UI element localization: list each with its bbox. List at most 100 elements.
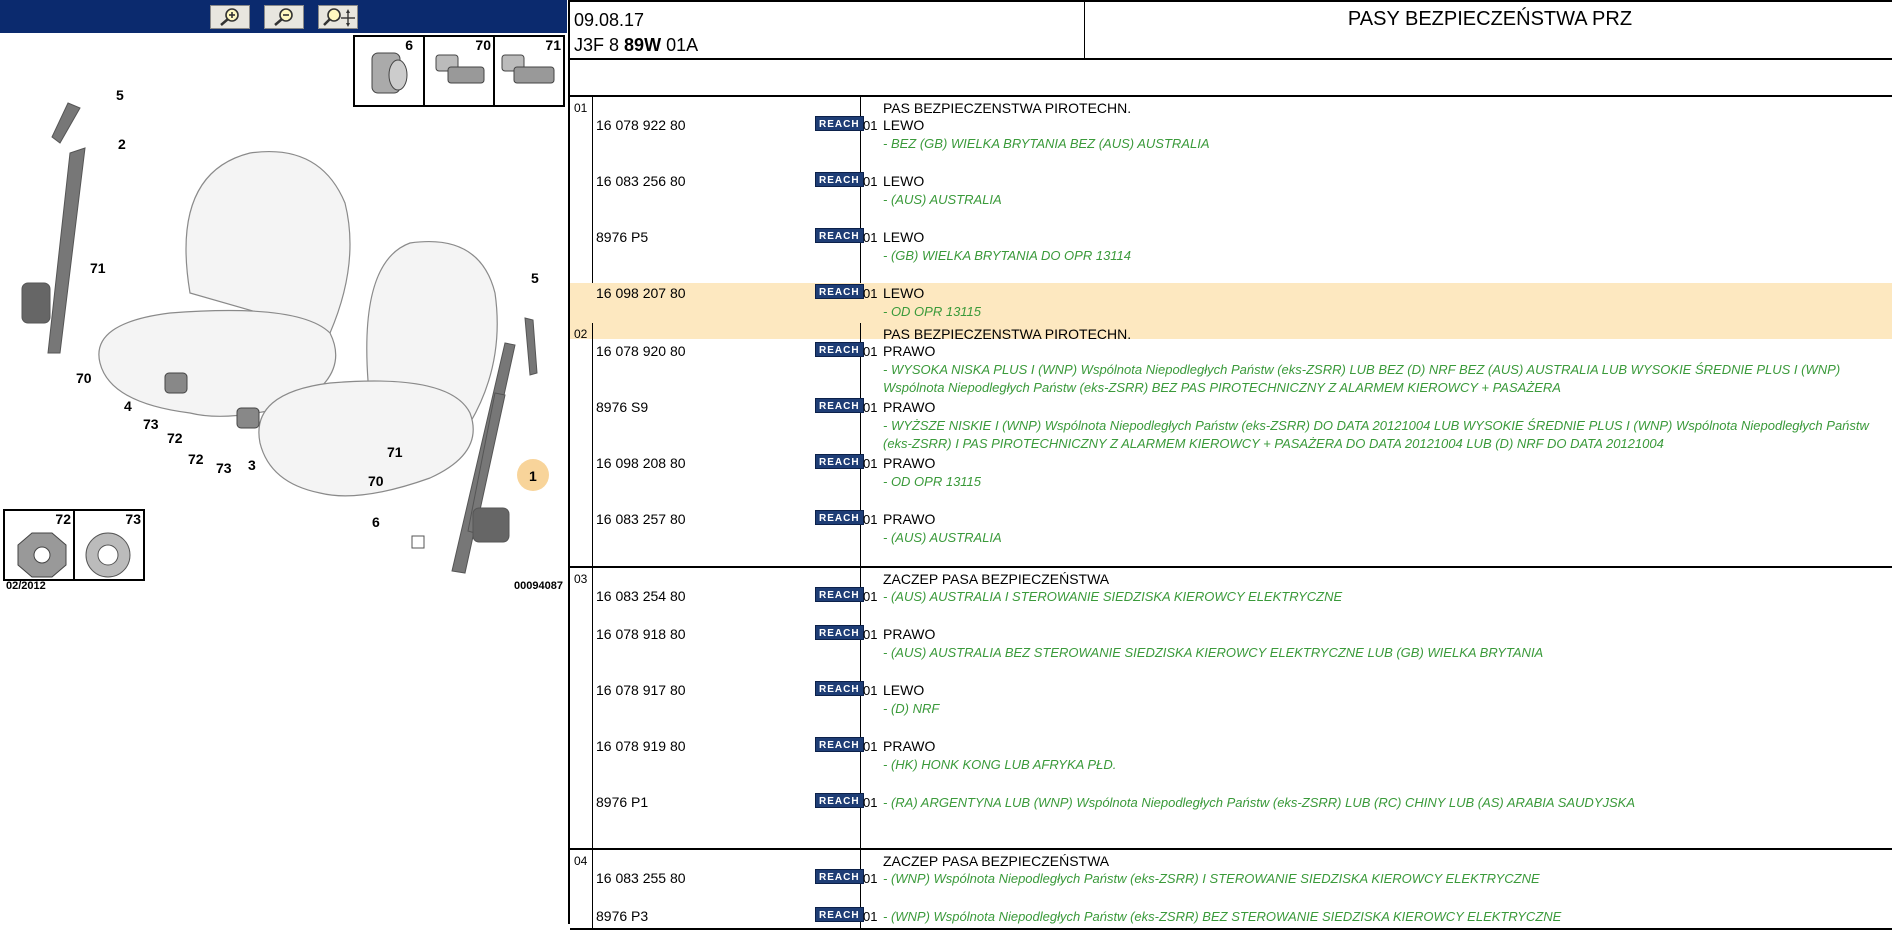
part-number[interactable]: 16 098 207 80 [596,285,686,301]
part-number[interactable]: 16 098 208 80 [596,455,686,471]
quantity: 01 [863,871,878,886]
callout-2: 2 [118,136,126,152]
part-number[interactable]: 8976 S9 [596,399,648,415]
callout-72-a: 72 [167,430,183,446]
group-number: 02 [574,327,588,341]
table-row[interactable]: 8976 P1 REACH 01 - (RA) ARGENTYNA LUB (WNP)… [570,792,1892,848]
part-description: - (D) NRF [883,701,940,716]
callout-3: 3 [248,457,256,473]
reach-badge: REACH [815,907,864,922]
side-label: LEWO [883,117,925,133]
quantity: 01 [863,230,878,245]
part-6-marker [411,535,425,549]
table-row[interactable]: 16 078 919 80 REACH 01 PRAWO - (HK) HONK KON… [570,736,1892,792]
part-number[interactable]: 16 078 919 80 [596,738,686,754]
callout-73-a: 73 [143,416,159,432]
part-number[interactable]: 16 083 256 80 [596,173,686,189]
side-label: PRAWO [883,455,936,471]
quantity: 01 [863,589,878,604]
reach-badge: REACH [815,587,864,602]
quantity: 01 [863,174,878,189]
parts-group: 01 PAS BEZPIECZENSTWA PIROTECHN. 16 078 92… [570,97,1892,339]
part-description: - WYŻSZE NISKIE I (WNP) Wspólnota Niepod… [883,418,1869,451]
group-title: PAS BEZPIECZENSTWA PIROTECHN. [883,326,1132,342]
reach-badge: REACH [815,284,864,299]
side-label: PRAWO [883,626,936,642]
side-label: LEWO [883,229,925,245]
part-number[interactable]: 16 078 918 80 [596,626,686,642]
table-row[interactable]: 16 078 918 80 REACH 01 PRAWO - (AUS) AUSTRAL… [570,624,1892,680]
quantity: 01 [863,512,878,527]
table-row[interactable]: 16 098 208 80 REACH 01 PRAWO - OD OPR 13115 [570,453,1892,509]
reach-badge: REACH [815,172,864,187]
header-date: 09.08.17 [574,10,645,30]
side-label: PRAWO [883,343,936,359]
diagram-ref: 00094087 [514,580,563,592]
table-row[interactable]: 16 078 920 80 REACH 01 PRAWO - WYSOKA NISKA … [570,341,1892,397]
diagram-panel: 6 70 71 5 2 71 70 4 73 72 72 73 3 5 1 71… [0,0,567,924]
pan-button[interactable] [317,4,358,29]
inset-label-73: 73 [125,511,141,527]
page-title: PASY BEZPIECZEŃSTWA PRZ [1347,8,1633,30]
part-description: - (AUS) AUSTRALIA [883,530,1002,545]
part-number[interactable]: 16 078 922 80 [596,117,686,133]
part-number[interactable]: 8976 P1 [596,794,648,810]
header-code-bold: 89W [624,35,662,55]
header: 09.08.17 J3F 8 89W 01A PASY BEZPIECZEŃST… [570,0,1892,60]
side-label: PRAWO [883,738,936,754]
table-row[interactable]: 16 083 257 80 REACH 01 PRAWO - (AUS) AUSTRAL… [570,509,1892,565]
part-description: - BEZ (GB) WIELKA BRYTANIA BEZ (AUS) AUS… [883,136,1210,151]
inset-label-71: 71 [545,37,561,53]
table-row[interactable]: 16 083 255 80 REACH 01 - (WNP) Wspólnota Ni… [570,868,1892,906]
callout-71-b: 71 [387,444,403,460]
table-row[interactable]: 16 078 922 80 REACH 01 LEWO - BEZ (GB) WIELK… [570,115,1892,171]
part-number[interactable]: 16 078 920 80 [596,343,686,359]
part-description: - (AUS) AUSTRALIA [883,192,1002,207]
callout-4: 4 [124,398,132,414]
callout-71-a: 71 [90,260,106,276]
reach-badge: REACH [815,342,864,357]
diagram-toolbar [0,0,567,33]
part-number[interactable]: 16 083 254 80 [596,588,686,604]
part-number[interactable]: 16 083 255 80 [596,870,686,886]
callout-6: 6 [372,514,380,530]
side-label: PRAWO [883,511,936,527]
zoom-out-button[interactable] [263,4,304,29]
inset-label-6: 6 [405,37,413,53]
part-description: - WYSOKA NISKA PLUS I (WNP) Wspólnota Ni… [883,362,1841,395]
reach-badge: REACH [815,625,864,640]
table-row[interactable]: 16 083 254 80 REACH 01 - (AUS) AUSTRALIA I … [570,586,1892,624]
group-number: 04 [574,854,588,868]
part-number[interactable]: 16 078 917 80 [596,682,686,698]
table-row[interactable]: 16 083 256 80 REACH 01 LEWO - (AUS) AUSTRALI… [570,171,1892,227]
callout-1[interactable]: 1 [529,468,537,484]
table-row[interactable]: 16 078 917 80 REACH 01 LEWO - (D) NRF [570,680,1892,736]
callout-70-a: 70 [76,370,92,386]
quantity: 01 [863,795,878,810]
pan-icon [322,7,355,27]
part-description: - (WNP) Wspólnota Niepodległych Państw (… [883,909,1562,924]
reach-badge: REACH [815,398,864,413]
part-description: - (AUS) AUSTRALIA I STEROWANIE SIEDZISKA… [883,589,1343,604]
table-row[interactable]: 8976 P5 REACH 01 LEWO - (GB) WIELKA BRYTANIA… [570,227,1892,283]
part-description: - (HK) HONK KONG LUB AFRYKA PŁD. [883,757,1117,772]
parts-list-panel: 09.08.17 J3F 8 89W 01A PASY BEZPIECZEŃST… [568,0,1892,930]
diagram-date: 02/2012 [6,580,46,592]
side-label: PRAWO [883,399,936,415]
table-row[interactable]: 8976 P3 REACH 01 - (WNP) Wspólnota Niepodle… [570,906,1892,944]
part-number[interactable]: 8976 P3 [596,908,648,924]
header-code: J3F 8 89W 01A [574,35,698,56]
reach-badge: REACH [815,116,864,131]
group-title: ZACZEP PASA BEZPIECZEŃSTWA [883,571,1110,587]
header-separator [1084,2,1085,60]
parts-table: 01 PAS BEZPIECZENSTWA PIROTECHN. 16 078 92… [570,97,1892,930]
table-row[interactable]: 8976 S9 REACH 01 PRAWO - WYŻSZE NISKIE I (WN… [570,397,1892,453]
inset-label-72: 72 [55,511,71,527]
part-number[interactable]: 16 083 257 80 [596,511,686,527]
part-description: - (WNP) Wspólnota Niepodległych Państw (… [883,871,1540,886]
callout-5-b: 5 [531,270,539,286]
group-title: PAS BEZPIECZENSTWA PIROTECHN. [883,100,1132,116]
callout-5-a: 5 [116,87,124,103]
part-number[interactable]: 8976 P5 [596,229,648,245]
zoom-in-button[interactable] [209,4,250,29]
